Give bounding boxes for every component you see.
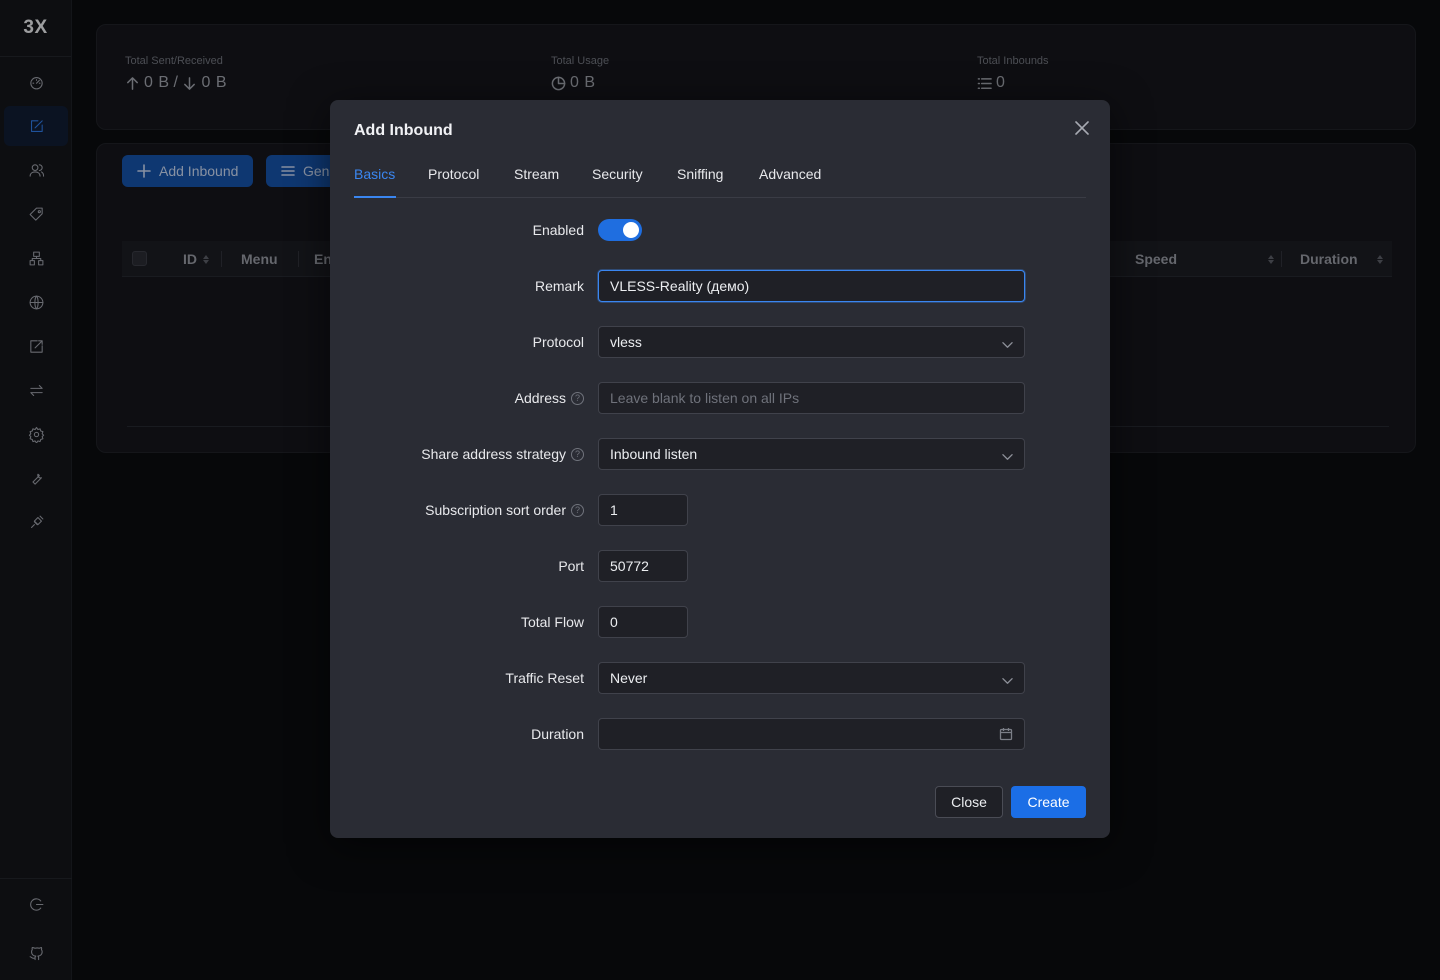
traffic-reset-label: Traffic Reset <box>505 670 584 686</box>
create-button[interactable]: Create <box>1011 786 1086 818</box>
sort-order-label: Subscription sort order <box>425 502 566 518</box>
enabled-toggle[interactable] <box>598 219 642 241</box>
modal-close-button[interactable] <box>1074 120 1090 136</box>
active-tab-indicator <box>354 196 396 198</box>
protocol-select[interactable]: vless <box>598 326 1025 358</box>
address-placeholder: Leave blank to listen on all IPs <box>610 390 800 406</box>
field-total-flow: Total Flow 0 <box>330 606 1110 638</box>
port-input[interactable]: 50772 <box>598 550 688 582</box>
chevron-down-icon <box>1002 342 1013 348</box>
tab-basics[interactable]: Basics <box>354 166 395 182</box>
help-icon[interactable]: ? <box>571 503 584 517</box>
tab-protocol[interactable]: Protocol <box>428 166 479 182</box>
total-flow-label: Total Flow <box>520 614 584 630</box>
chevron-down-icon <box>1002 678 1013 684</box>
sort-order-input[interactable]: 1 <box>598 494 688 526</box>
close-icon <box>1075 121 1089 135</box>
share-strategy-select[interactable]: Inbound listen <box>598 438 1025 470</box>
add-inbound-modal: Add Inbound Basics Protocol Stream Secur… <box>330 100 1110 838</box>
calendar-icon <box>999 728 1013 741</box>
field-sort-order: Subscription sort order ? 1 <box>330 494 1110 526</box>
field-enabled: Enabled <box>330 214 1110 246</box>
address-input[interactable]: Leave blank to listen on all IPs <box>598 382 1025 414</box>
modal-tabs: Basics Protocol Stream Security Sniffing… <box>354 164 1086 198</box>
protocol-value: vless <box>610 334 642 350</box>
help-icon[interactable]: ? <box>571 447 584 461</box>
tab-stream[interactable]: Stream <box>514 166 559 182</box>
share-strategy-value: Inbound listen <box>610 446 698 462</box>
protocol-label: Protocol <box>532 334 584 350</box>
toggle-knob <box>623 222 639 238</box>
enabled-label: Enabled <box>532 222 584 238</box>
field-port: Port 50772 <box>330 550 1110 582</box>
sort-order-value: 1 <box>610 502 618 518</box>
field-remark: Remark VLESS-Reality (демо) <box>330 270 1110 302</box>
field-address: Address ? Leave blank to listen on all I… <box>330 382 1110 414</box>
tab-sniffing[interactable]: Sniffing <box>677 166 723 182</box>
address-label: Address <box>514 390 566 406</box>
port-value: 50772 <box>610 558 649 574</box>
field-duration: Duration <box>330 718 1110 750</box>
share-strategy-label: Share address strategy <box>421 446 566 462</box>
duration-label: Duration <box>531 726 584 742</box>
remark-value: VLESS-Reality (демо) <box>610 278 750 294</box>
traffic-reset-select[interactable]: Never <box>598 662 1025 694</box>
field-share-strategy: Share address strategy ? Inbound listen <box>330 438 1110 470</box>
help-icon[interactable]: ? <box>571 391 584 405</box>
total-flow-value: 0 <box>610 614 618 630</box>
field-protocol: Protocol vless <box>330 326 1110 358</box>
traffic-reset-value: Never <box>610 670 648 686</box>
total-flow-input[interactable]: 0 <box>598 606 688 638</box>
close-button[interactable]: Close <box>935 786 1003 818</box>
tab-security[interactable]: Security <box>592 166 643 182</box>
remark-label: Remark <box>534 278 584 294</box>
remark-input[interactable]: VLESS-Reality (демо) <box>598 270 1025 302</box>
tab-advanced[interactable]: Advanced <box>759 166 821 182</box>
field-traffic-reset: Traffic Reset Never <box>330 662 1110 694</box>
chevron-down-icon <box>1002 454 1013 460</box>
port-label: Port <box>558 558 584 574</box>
duration-date-picker[interactable] <box>598 718 1025 750</box>
modal-title: Add Inbound <box>354 122 453 139</box>
